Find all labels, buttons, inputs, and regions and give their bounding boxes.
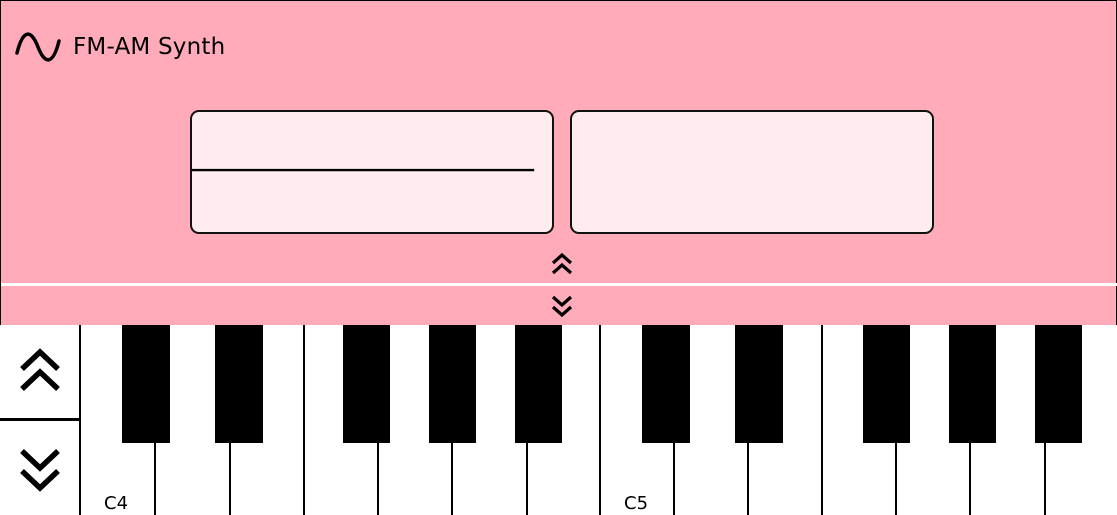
- key-label-c5: C5: [624, 493, 649, 514]
- piano-key-c-sharp-4[interactable]: [122, 325, 170, 443]
- double-chevron-down-icon: [19, 448, 60, 492]
- piano-key-a-sharp-4[interactable]: [515, 325, 562, 443]
- piano-key-c-sharp-5[interactable]: [642, 325, 690, 443]
- octave-up-button[interactable]: [0, 325, 79, 421]
- piano-key-d-sharp-4[interactable]: [215, 325, 263, 443]
- piano-key-f-sharp-4[interactable]: [343, 325, 390, 443]
- synth-panel: FM-AM Synth: [0, 0, 1117, 326]
- expand-panel-down-button[interactable]: [549, 293, 575, 319]
- piano-keyboard: C4 C5: [81, 325, 1117, 515]
- key-label-c4: C4: [104, 493, 129, 514]
- piano-key-g-sharp-4[interactable]: [429, 325, 476, 443]
- panel-divider[interactable]: [1, 283, 1117, 286]
- collapse-panel-up-button[interactable]: [549, 251, 575, 277]
- piano-key-f-sharp-5[interactable]: [863, 325, 910, 443]
- waveform-scope: [190, 110, 554, 234]
- spectrum-scope: [570, 110, 934, 234]
- app-header: FM-AM Synth: [15, 31, 225, 63]
- waveform-trace: [192, 168, 535, 172]
- piano-key-a-sharp-5[interactable]: [1035, 325, 1082, 443]
- octave-controls: [0, 325, 81, 515]
- sine-wave-icon: [15, 32, 61, 62]
- octave-down-button[interactable]: [0, 424, 79, 515]
- double-chevron-up-icon: [19, 347, 60, 391]
- keyboard-area: C4 C5: [0, 325, 1117, 515]
- piano-key-g-sharp-5[interactable]: [949, 325, 996, 443]
- piano-key-d-sharp-5[interactable]: [735, 325, 783, 443]
- app-title: FM-AM Synth: [73, 34, 226, 60]
